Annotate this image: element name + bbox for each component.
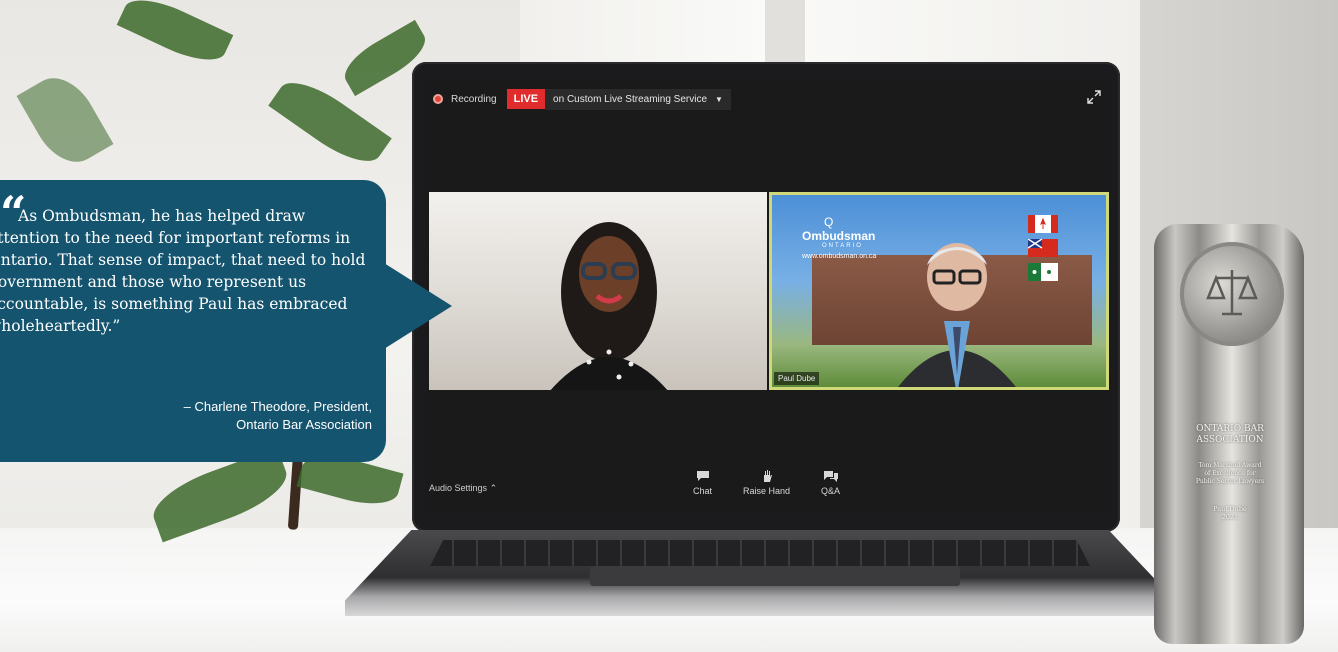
canada-flag-icon	[1028, 215, 1058, 233]
ombudsman-logo-sub: ONTARIO	[822, 243, 863, 249]
recording-label: Recording	[451, 93, 497, 105]
ombudsman-mark-icon: Q	[824, 215, 834, 229]
trophy-organization: ONTARIO BAR ASSOCIATION	[1196, 424, 1264, 445]
award-medal	[1180, 242, 1284, 346]
ontario-flag-icon	[1028, 239, 1058, 257]
audio-settings-label: Audio Settings	[429, 483, 488, 493]
zoom-meeting-window: Recording LIVE on Custom Live Streaming …	[425, 78, 1111, 510]
recording-bar: Recording LIVE on Custom Live Streaming …	[433, 88, 731, 110]
raise-hand-button[interactable]: Raise Hand	[743, 470, 790, 496]
chevron-up-icon: ⌃	[489, 483, 498, 493]
trophy-award-name: Tom Marshall Award of Excellence for Pub…	[1195, 462, 1265, 485]
active-speaker-video-tile[interactable]: Q Ombudsman ONTARIO www.ombudsman.on.ca …	[769, 192, 1109, 390]
ombudsman-logo: Q Ombudsman ONTARIO www.ombudsman.on.ca	[802, 215, 876, 260]
qa-icon	[823, 471, 838, 482]
qa-button[interactable]: Q&A	[821, 470, 840, 496]
recording-icon	[433, 94, 443, 104]
background-post	[765, 0, 805, 70]
participant-woman-image	[550, 222, 668, 390]
chat-button[interactable]: Chat	[693, 470, 712, 496]
ombudsman-logo-name: Ombudsman	[802, 229, 876, 243]
quote-text: As Ombudsman, he has helped draw attenti…	[0, 207, 366, 335]
stream-service-dropdown[interactable]: on Custom Live Streaming Service ▼	[545, 88, 731, 110]
scales-of-justice-icon	[1206, 270, 1258, 316]
attribution-line: – Charlene Theodore, President,	[183, 399, 372, 414]
participant-name: Paul Dube	[774, 372, 820, 385]
live-badge: LIVE	[506, 89, 546, 109]
chat-icon	[696, 471, 709, 481]
stream-service-label: on Custom Live Streaming Service	[553, 93, 708, 105]
trophy-recipient: Paul Dubé 2021	[1213, 505, 1247, 521]
franco-ontarian-flag-icon	[1028, 263, 1058, 281]
chat-label: Chat	[693, 486, 713, 496]
plant-leaf	[16, 66, 114, 174]
participant-man-image	[898, 243, 1016, 387]
laptop-keyboard	[430, 540, 1090, 566]
quote-attribution: – Charlene Theodore, President, Ontario …	[184, 398, 372, 434]
quote-bubble-tail	[376, 258, 452, 354]
fullscreen-icon[interactable]	[1087, 90, 1101, 104]
chevron-down-icon: ▼	[715, 94, 723, 104]
raise-hand-label: Raise Hand	[743, 486, 791, 496]
hand-icon	[763, 470, 772, 482]
plant-leaf	[116, 0, 234, 72]
participant-video-tile[interactable]	[429, 192, 767, 390]
qa-label: Q&A	[821, 486, 841, 496]
attribution-line: Ontario Bar Association	[236, 417, 372, 432]
laptop-trackpad	[590, 566, 960, 586]
audio-settings-button[interactable]: Audio Settings ⌃	[429, 483, 497, 494]
ombudsman-logo-url: www.ombudsman.on.ca	[802, 253, 877, 260]
